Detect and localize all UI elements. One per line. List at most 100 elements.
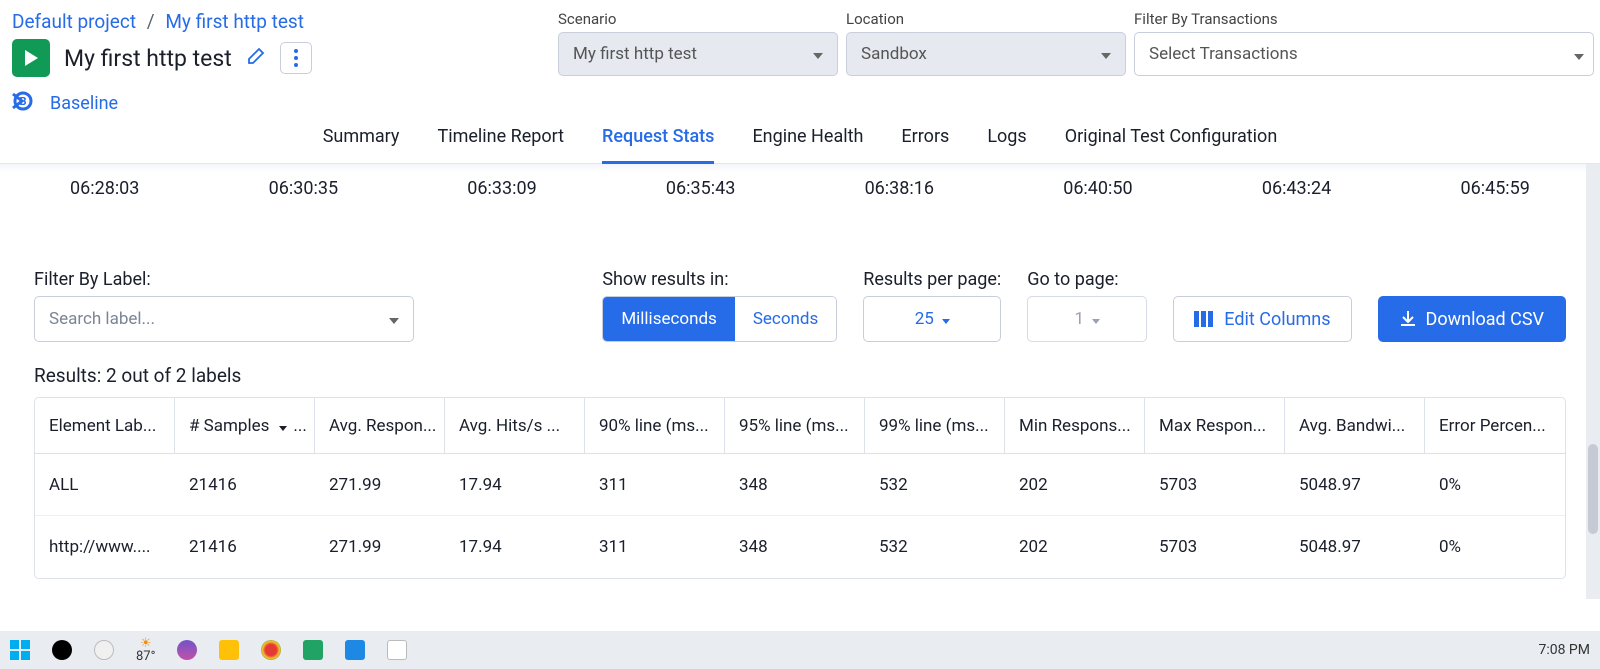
taskbar-icon[interactable] (219, 640, 239, 660)
caret-down-icon (942, 309, 950, 329)
show-results-label: Show results in: (602, 269, 837, 290)
col-element-label[interactable]: Element Lab... (35, 398, 175, 453)
taskbar-clock[interactable]: 7:08 PM (1538, 643, 1590, 657)
tab-timeline-report[interactable]: Timeline Report (437, 126, 564, 155)
run-button[interactable] (12, 39, 50, 77)
tab-original-config[interactable]: Original Test Configuration (1065, 126, 1278, 155)
cell-min: 202 (1005, 475, 1145, 495)
cell-max: 5703 (1145, 537, 1285, 557)
timeline-tick: 06:38:16 (865, 178, 934, 199)
chevron-down-icon (813, 44, 823, 64)
cell-bw: 5048.97 (1285, 475, 1425, 495)
taskbar-icon[interactable] (387, 640, 407, 660)
columns-icon (1194, 311, 1214, 327)
cell-avg-resp: 271.99 (315, 475, 445, 495)
location-dropdown[interactable]: Sandbox (846, 32, 1126, 76)
svg-text:B: B (19, 95, 26, 108)
edit-columns-button[interactable]: Edit Columns (1173, 296, 1351, 342)
table-row[interactable]: ALL 21416 271.99 17.94 311 348 532 202 5… (35, 454, 1565, 516)
download-icon (1400, 311, 1416, 327)
transactions-value: Select Transactions (1149, 44, 1298, 64)
tabs: Summary Timeline Report Request Stats En… (0, 116, 1600, 164)
pencil-icon (246, 46, 266, 66)
col-samples[interactable]: # Samples... (175, 398, 315, 453)
more-actions-button[interactable] (280, 42, 312, 74)
taskbar-icon[interactable] (177, 640, 197, 660)
cell-err: 0% (1425, 537, 1565, 557)
start-button[interactable] (10, 640, 30, 660)
page-title: My first http test (64, 45, 232, 72)
cell-p99: 532 (865, 537, 1005, 557)
cell-avg-resp: 271.99 (315, 537, 445, 557)
col-avg-hits[interactable]: Avg. Hits/s ... (445, 398, 585, 453)
cell-label: ALL (35, 475, 175, 495)
col-max[interactable]: Max Respon... (1145, 398, 1285, 453)
col-p95[interactable]: 95% line (ms... (725, 398, 865, 453)
col-bandwidth[interactable]: Avg. Bandwi... (1285, 398, 1425, 453)
per-page-label: Results per page: (863, 269, 1001, 290)
cell-bw: 5048.97 (1285, 537, 1425, 557)
taskbar-icon[interactable] (303, 640, 323, 660)
unit-milliseconds[interactable]: Milliseconds (603, 297, 735, 341)
table-row[interactable]: http://www.... 21416 271.99 17.94 311 34… (35, 516, 1565, 578)
taskbar-icon[interactable] (94, 640, 114, 660)
sort-desc-icon (275, 416, 287, 436)
col-p99[interactable]: 99% line (ms... (865, 398, 1005, 453)
cell-max: 5703 (1145, 475, 1285, 495)
scenario-value: My first http test (573, 44, 697, 64)
chevron-down-icon (1101, 44, 1111, 64)
goto-page-value: 1 (1075, 309, 1085, 329)
cell-err: 0% (1425, 475, 1565, 495)
label-filter-input[interactable]: Search label... (34, 296, 414, 342)
transactions-label: Filter By Transactions (1134, 10, 1594, 28)
cell-label: http://www.... (35, 537, 175, 557)
cell-hits: 17.94 (445, 475, 585, 495)
baseline-icon: B (12, 91, 38, 116)
baseline-link[interactable]: Baseline (50, 93, 118, 114)
per-page-value: 25 (915, 309, 934, 329)
unit-seconds[interactable]: Seconds (735, 297, 836, 341)
taskbar-icon[interactable] (345, 640, 365, 660)
cell-samples: 21416 (175, 537, 315, 557)
unit-toggle: Milliseconds Seconds (602, 296, 837, 342)
transactions-dropdown-toggle[interactable] (1564, 32, 1594, 76)
os-taskbar: ☀ 87° 7:08 PM (0, 631, 1600, 669)
edit-title-button[interactable] (246, 45, 266, 72)
per-page-dropdown[interactable]: 25 (863, 296, 1001, 342)
more-vertical-icon (293, 48, 299, 68)
vertical-scrollbar[interactable] (1586, 164, 1600, 599)
table-header: Element Lab... # Samples... Avg. Respon.… (35, 398, 1565, 454)
download-csv-button[interactable]: Download CSV (1378, 296, 1566, 342)
col-p90[interactable]: 90% line (ms... (585, 398, 725, 453)
cell-min: 202 (1005, 537, 1145, 557)
transactions-dropdown[interactable]: Select Transactions (1134, 32, 1564, 76)
taskbar-icon[interactable] (261, 640, 281, 660)
weather-widget[interactable]: ☀ 87° (136, 637, 155, 663)
breadcrumb-test[interactable]: My first http test (165, 10, 304, 33)
play-icon (23, 49, 39, 67)
cell-p90: 311 (585, 475, 725, 495)
col-min[interactable]: Min Respons... (1005, 398, 1145, 453)
taskbar-icon[interactable] (52, 640, 72, 660)
tab-engine-health[interactable]: Engine Health (752, 126, 863, 155)
timeline-axis: 06:28:03 06:30:35 06:33:09 06:35:43 06:3… (34, 164, 1566, 199)
chevron-down-icon (1574, 45, 1584, 64)
scenario-dropdown[interactable]: My first http test (558, 32, 838, 76)
timeline-tick: 06:45:59 (1460, 178, 1529, 199)
cell-samples: 21416 (175, 475, 315, 495)
breadcrumb-project[interactable]: Default project (12, 10, 136, 33)
timeline-tick: 06:30:35 (269, 178, 338, 199)
results-count: Results: 2 out of 2 labels (34, 364, 1566, 387)
tab-request-stats[interactable]: Request Stats (602, 126, 714, 155)
goto-page-label: Go to page: (1027, 269, 1147, 290)
col-error-pct[interactable]: Error Percen... (1425, 398, 1565, 453)
scenario-label: Scenario (558, 10, 838, 28)
results-table: Element Lab... # Samples... Avg. Respon.… (34, 397, 1566, 579)
tab-summary[interactable]: Summary (323, 126, 400, 155)
col-avg-response[interactable]: Avg. Respon... (315, 398, 445, 453)
weather-temp: 87° (136, 650, 155, 663)
breadcrumb-sep: / (147, 10, 155, 33)
tab-logs[interactable]: Logs (987, 126, 1026, 155)
timeline-tick: 06:35:43 (666, 178, 735, 199)
tab-errors[interactable]: Errors (901, 126, 949, 155)
